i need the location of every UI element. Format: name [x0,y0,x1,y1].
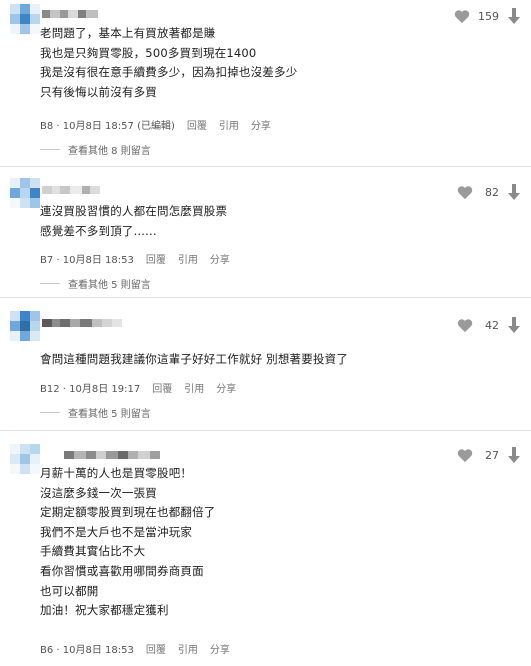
reply-button[interactable]: 回覆 [146,251,166,266]
comment-line: 老問題了，基本上有買放著都是賺 [40,26,216,40]
comment-line: 連沒買股習慣的人都在問怎麼買股票 [40,204,228,218]
heart-icon[interactable] [457,185,473,200]
comment-line: 也可以都開 [40,583,99,598]
separator [0,430,531,431]
share-button[interactable]: 分享 [251,117,271,132]
heart-icon[interactable] [454,9,470,24]
share-button[interactable]: 分享 [216,380,236,395]
avatar[interactable] [10,311,40,341]
reply-button[interactable]: 回覆 [146,641,166,656]
avatar[interactable] [10,4,40,34]
floor-time: B6 · 10月8日 18:53 [40,645,134,656]
like-count: 27 [485,448,499,462]
comment-line: 手續費其實佔比不大 [40,544,146,559]
comment-line: 我們不是大戶也不是當沖玩家 [40,524,193,539]
comment-line: 加油！祝大家都穩定獲利 [40,603,169,618]
dash [40,149,60,150]
floor-time: B12 · 10月8日 19:17 [40,384,141,395]
reply-button[interactable]: 回覆 [152,380,172,395]
heart-icon[interactable] [457,448,473,463]
author-name-blurred[interactable] [64,450,160,460]
heart-icon[interactable] [457,318,473,333]
author-name-blurred[interactable] [42,185,100,195]
comment-meta: B6 · 10月8日 18:53 回覆 引用 分享 [40,641,230,656]
comment-line: 月薪十萬的人也是買零股吧！ [40,466,193,480]
separator [0,297,531,298]
view-more-label: 查看其他 5 則留言 [68,280,151,291]
floor-time: B7 · 10月8日 18:53 [40,255,134,266]
comment-line: 沒這麼多錢一次一張買 [40,485,157,500]
quote-button[interactable]: 引用 [178,251,198,266]
like-group: 82 [457,184,521,200]
comment-body: 老問題了，基本上有買放著都是賺 我也是只夠買零股，500多買到現在1400 我是… [40,24,297,102]
avatar[interactable] [10,178,40,208]
arrow-down-icon[interactable] [507,8,521,24]
comment-line: 定期定額零股買到現在也都翻倍了 [40,505,216,520]
view-more-replies[interactable]: 查看其他 8 則留言 [40,142,151,157]
share-button[interactable]: 分享 [210,251,230,266]
comment-line: 會問這種問題我建議你這輩子好好工作就好 別想著要投資了 [40,352,349,366]
comment-meta: B7 · 10月8日 18:53 回覆 引用 分享 [40,251,230,266]
quote-button[interactable]: 引用 [178,641,198,656]
like-group: 27 [457,447,521,463]
dash [40,283,60,284]
comment-line: 我也是只夠買零股，500多買到現在1400 [40,45,257,60]
view-more-label: 查看其他 5 則留言 [68,409,151,420]
like-count: 82 [485,185,499,199]
like-count: 159 [478,9,499,23]
view-more-replies[interactable]: 查看其他 5 則留言 [40,405,151,420]
arrow-down-icon[interactable] [507,184,521,200]
share-button[interactable]: 分享 [210,641,230,656]
arrow-down-icon[interactable] [507,317,521,333]
view-more-replies[interactable]: 查看其他 5 則留言 [40,276,151,291]
like-group: 159 [454,8,521,24]
comment-meta: B8 · 10月8日 18:57 (已編輯) 回覆 引用 分享 [40,117,271,132]
arrow-down-icon[interactable] [507,447,521,463]
avatar[interactable] [10,444,40,474]
comment-line: 我是沒有很在意手續費多少，因為扣掉也沒差多少 [40,65,298,80]
view-more-label: 查看其他 8 則留言 [68,146,151,157]
separator [0,166,531,167]
floor-time: B8 · 10月8日 18:57 (已編輯) [40,121,175,132]
like-count: 42 [485,318,499,332]
reply-button[interactable]: 回覆 [187,117,207,132]
quote-button[interactable]: 引用 [219,117,239,132]
comment-line: 看你習慣或喜歡用哪間券商頁面 [40,563,204,578]
comment-body: 連沒買股習慣的人都在問怎麼買股票 感覺差不多到頂了...... [40,202,227,241]
comment-body: 會問這種問題我建議你這輩子好好工作就好 別想著要投資了 [40,350,348,370]
author-name-blurred[interactable] [42,9,98,19]
dash [40,412,60,413]
quote-button[interactable]: 引用 [184,380,204,395]
comment-line: 只有後悔以前沒有多買 [40,84,157,99]
author-name-blurred[interactable] [42,318,122,328]
comment-body: 月薪十萬的人也是買零股吧！ 沒這麼多錢一次一張買 定期定額零股買到現在也都翻倍了… [40,464,216,621]
like-group: 42 [457,317,521,333]
comment-meta: B12 · 10月8日 19:17 回覆 引用 分享 [40,380,236,395]
comment-line: 感覺差不多到頂了...... [40,223,157,238]
